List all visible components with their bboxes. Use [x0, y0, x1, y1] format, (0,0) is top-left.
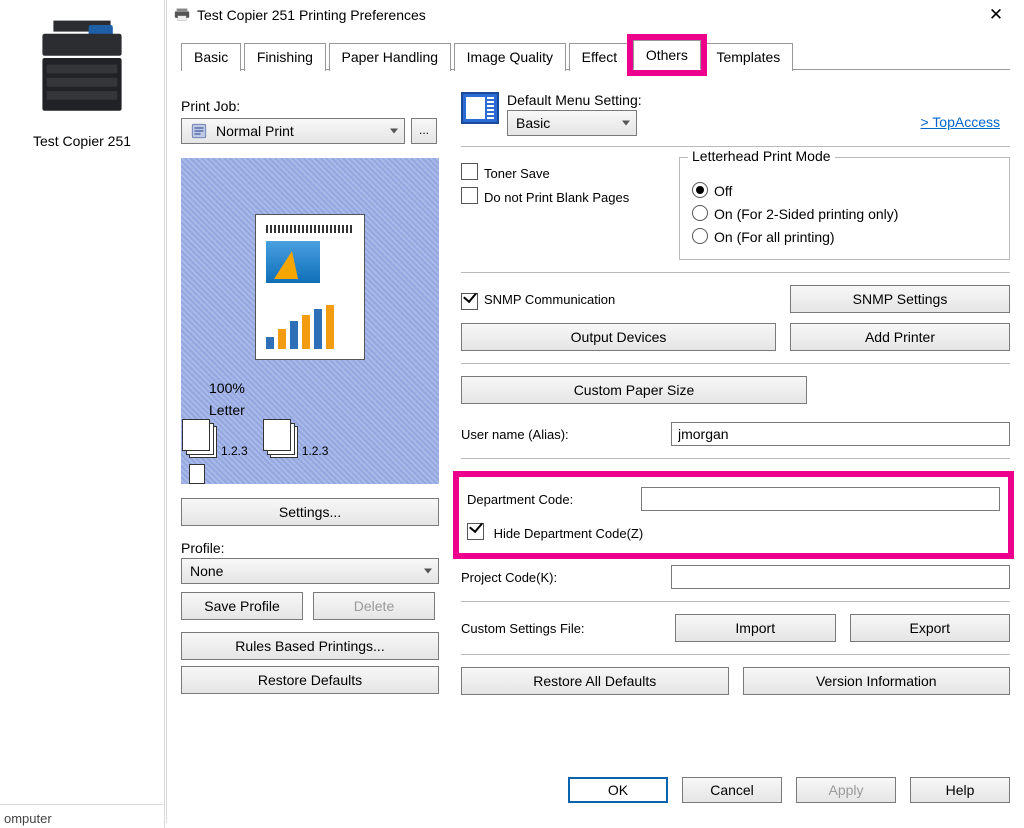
project-code-label: Project Code(K):	[461, 570, 661, 585]
topaccess-link[interactable]: > TopAccess	[920, 114, 1000, 130]
tab-effect[interactable]: Effect	[569, 43, 631, 71]
divider	[461, 458, 1010, 459]
blank-pages-checkbox[interactable]	[461, 187, 478, 204]
cancel-button[interactable]: Cancel	[682, 777, 782, 803]
devices-panel: Test Copier 251 omputer	[0, 0, 165, 828]
letterhead-on-all-label: On (For all printing)	[714, 229, 835, 245]
output-devices-button[interactable]: Output Devices	[461, 323, 776, 351]
dialog-printer-icon	[173, 6, 191, 24]
letterhead-on-all-radio[interactable]	[692, 228, 708, 244]
custom-paper-size-button[interactable]: Custom Paper Size	[461, 376, 807, 404]
divider	[461, 363, 1010, 364]
divider	[461, 272, 1010, 273]
preview-paper: Letter	[209, 402, 245, 418]
apply-button[interactable]: Apply	[796, 777, 896, 803]
hide-department-code-label: Hide Department Code(Z)	[494, 526, 644, 541]
delete-profile-button[interactable]: Delete	[313, 592, 435, 620]
dialog-title: Test Copier 251 Printing Preferences	[197, 7, 976, 23]
preview-stacks: 1.2.3 1.2.3	[189, 426, 328, 458]
profile-label: Profile:	[181, 540, 439, 556]
department-code-highlight: Department Code: Hide Department Code(Z)	[453, 471, 1014, 559]
toner-save-checkbox[interactable]	[461, 163, 478, 180]
letterhead-group: Letterhead Print Mode Off On (For 2-Side…	[679, 157, 1010, 260]
preview-zoom: 100%	[209, 380, 245, 396]
stack-label-2: 1.2.3	[302, 444, 329, 458]
help-button[interactable]: Help	[910, 777, 1010, 803]
chevron-down-icon	[390, 129, 398, 134]
save-profile-button[interactable]: Save Profile	[181, 592, 303, 620]
titlebar: Test Copier 251 Printing Preferences ✕	[167, 0, 1024, 30]
toner-save-label: Toner Save	[484, 166, 550, 181]
panel-others: Print Job: Normal Print ...	[181, 72, 1010, 801]
letterhead-on-2sided-label: On (For 2-Sided printing only)	[714, 206, 898, 222]
default-menu-icon	[461, 92, 499, 124]
default-menu-value: Basic	[516, 115, 550, 131]
close-button[interactable]: ✕	[976, 1, 1016, 29]
print-job-label: Print Job:	[181, 98, 439, 114]
letterhead-off-label: Off	[714, 183, 732, 199]
hide-department-code-checkbox[interactable]	[467, 523, 484, 540]
tab-templates[interactable]: Templates	[703, 43, 793, 71]
profile-value: None	[190, 563, 223, 579]
tab-basic[interactable]: Basic	[181, 43, 241, 71]
single-page-icon	[189, 464, 205, 484]
username-label: User name (Alias):	[461, 427, 661, 442]
import-button[interactable]: Import	[675, 614, 836, 642]
tab-paper-handling[interactable]: Paper Handling	[329, 43, 452, 71]
stack-label-1: 1.2.3	[221, 444, 248, 458]
device-label: Test Copier 251	[0, 133, 164, 149]
department-code-label: Department Code:	[467, 492, 631, 507]
others-content: Default Menu Setting: Basic > TopAccess …	[461, 92, 1010, 695]
blank-pages-label: Do not Print Blank Pages	[484, 190, 629, 205]
print-job-value: Normal Print	[216, 123, 294, 139]
tab-finishing[interactable]: Finishing	[244, 43, 326, 71]
default-menu-select[interactable]: Basic	[507, 110, 637, 136]
chevron-down-icon	[622, 121, 630, 126]
divider	[461, 601, 1010, 602]
printer-icon	[27, 14, 137, 124]
print-job-icon	[190, 122, 208, 140]
rules-based-printings-button[interactable]: Rules Based Printings...	[181, 632, 439, 660]
dialog-buttons: OK Cancel Apply Help	[568, 777, 1010, 803]
restore-defaults-button[interactable]: Restore Defaults	[181, 666, 439, 694]
letterhead-off-radio[interactable]	[692, 182, 708, 198]
divider	[461, 654, 1010, 655]
tab-image-quality[interactable]: Image Quality	[454, 43, 566, 71]
print-job-area: Print Job: Normal Print ...	[181, 98, 439, 694]
left-footer: omputer	[0, 804, 163, 828]
snmp-label: SNMP Communication	[484, 292, 615, 307]
tab-others[interactable]: Others	[633, 40, 701, 70]
device-item[interactable]: Test Copier 251	[0, 0, 164, 149]
default-menu-label: Default Menu Setting:	[507, 92, 642, 108]
printing-preferences-dialog: Test Copier 251 Printing Preferences ✕ B…	[166, 0, 1024, 823]
ok-button[interactable]: OK	[568, 777, 668, 803]
letterhead-on-2sided-radio[interactable]	[692, 205, 708, 221]
export-button[interactable]: Export	[850, 614, 1011, 642]
username-input[interactable]	[671, 422, 1010, 446]
settings-button[interactable]: Settings...	[181, 498, 439, 526]
project-code-input[interactable]	[671, 565, 1010, 589]
version-information-button[interactable]: Version Information	[743, 667, 1011, 695]
snmp-settings-button[interactable]: SNMP Settings	[790, 285, 1010, 313]
tabs: Basic Finishing Paper Handling Image Qua…	[181, 40, 1024, 70]
print-job-select[interactable]: Normal Print	[181, 118, 405, 144]
restore-all-defaults-button[interactable]: Restore All Defaults	[461, 667, 729, 695]
department-code-input[interactable]	[641, 487, 1000, 511]
preview-page	[255, 214, 365, 360]
divider	[461, 146, 1010, 147]
custom-settings-file-label: Custom Settings File:	[461, 621, 661, 636]
stack-icon	[270, 426, 298, 458]
chevron-down-icon	[424, 569, 432, 574]
print-preview: 100% Letter 1.2.3 1.2.3	[181, 158, 439, 484]
snmp-checkbox[interactable]	[461, 293, 478, 310]
add-printer-button[interactable]: Add Printer	[790, 323, 1010, 351]
profile-select[interactable]: None	[181, 558, 439, 584]
print-job-more-button[interactable]: ...	[411, 118, 437, 144]
stack-icon	[189, 426, 217, 458]
letterhead-legend: Letterhead Print Mode	[688, 148, 835, 164]
